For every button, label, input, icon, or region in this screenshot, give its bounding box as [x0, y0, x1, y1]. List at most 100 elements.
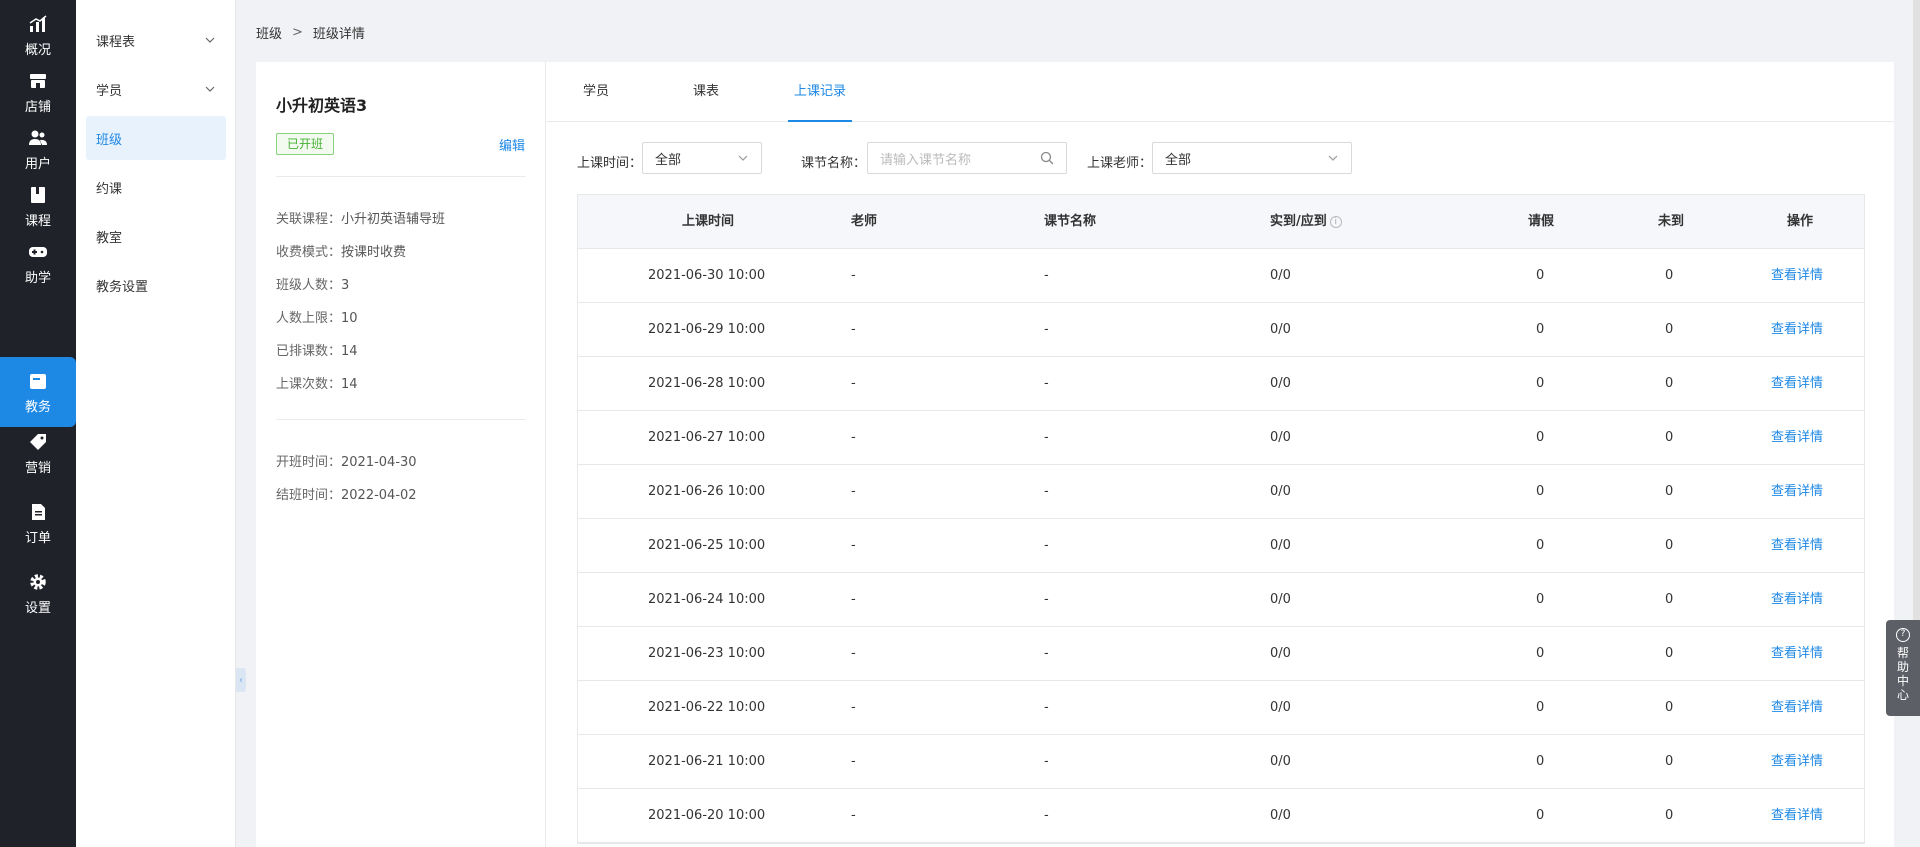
- submenu-item-label: 约课: [96, 181, 123, 197]
- cell-time: 2021-06-28 10:00: [648, 376, 766, 391]
- cell-leave: 0: [1536, 538, 1545, 553]
- table-row: 2021-06-25 10:00 - - 0/0 0 0 查看详情: [578, 519, 1864, 573]
- info-value: 3: [341, 278, 350, 293]
- filter-time-select[interactable]: 全部: [642, 142, 762, 174]
- cell-time: 2021-06-20 10:00: [648, 808, 766, 823]
- info-value: 2021-04-30: [341, 455, 417, 470]
- cell-attendance: 0/0: [1270, 808, 1291, 823]
- cell-lesson-name: -: [1044, 646, 1049, 661]
- cell-lesson-name: -: [1044, 430, 1049, 445]
- info-key: 已排课数：: [276, 344, 342, 359]
- cell-lesson-name: -: [1044, 484, 1049, 499]
- view-details-link[interactable]: 查看详情: [1771, 627, 1823, 681]
- cell-teacher: -: [851, 484, 856, 499]
- view-details-link[interactable]: 查看详情: [1771, 573, 1823, 627]
- table-row: 2021-06-20 10:00 - - 0/0 0 0 查看详情: [578, 789, 1864, 843]
- submenu-item-class[interactable]: 班级: [86, 116, 226, 160]
- filter-teacher-select[interactable]: 全部: [1152, 142, 1352, 174]
- view-details-link[interactable]: 查看详情: [1771, 249, 1823, 303]
- submenu-item-booking[interactable]: 约课: [86, 165, 226, 209]
- chevron-down-icon: [205, 86, 215, 92]
- view-details-link[interactable]: 查看详情: [1771, 465, 1823, 519]
- cell-absent: 0: [1665, 700, 1674, 715]
- table-row: 2021-06-22 10:00 - - 0/0 0 0 查看详情: [578, 681, 1864, 735]
- view-details-link[interactable]: 查看详情: [1771, 411, 1823, 465]
- class-title: 小升初英语3: [276, 96, 368, 115]
- cell-teacher: -: [851, 700, 856, 715]
- col-header-time: 上课时间: [682, 214, 735, 229]
- table-row: 2021-06-30 10:00 - - 0/0 0 0 查看详情: [578, 249, 1864, 303]
- cell-attendance: 0/0: [1270, 484, 1291, 499]
- breadcrumb-separator: >: [292, 24, 303, 40]
- cell-leave: 0: [1536, 430, 1545, 445]
- cell-lesson-name: -: [1044, 538, 1049, 553]
- nav-item-settings[interactable]: 设置: [0, 558, 76, 628]
- cell-lesson-name: -: [1044, 700, 1049, 715]
- view-details-link[interactable]: 查看详情: [1771, 357, 1823, 411]
- page-scrollbar[interactable]: [1913, 0, 1920, 620]
- cell-time: 2021-06-26 10:00: [648, 484, 766, 499]
- table-body: 2021-06-30 10:00- -0/0 0 0 查看详情 2021-06-29 10…: [578, 249, 1864, 843]
- class-info-panel: 小升初英语3 已开班 编辑 关联课程：小升初英语辅导班 收费模式：按课时收费 班…: [256, 62, 546, 847]
- view-details-link[interactable]: 查看详情: [1771, 303, 1823, 357]
- breadcrumb-current: 班级详情: [312, 26, 365, 42]
- tab-class-records[interactable]: 上课记录: [788, 62, 852, 122]
- cell-leave: 0: [1536, 376, 1545, 391]
- filter-name-label: 课节名称：: [801, 156, 867, 171]
- class-records-table: 上课时间 老师 课节名称 实到/应到 i 请假 未到 操作 2021-06-30 …: [577, 194, 1865, 844]
- submenu-item-classroom[interactable]: 教室: [86, 214, 226, 258]
- info-row-end-date: 结班时间：2022-04-02: [276, 484, 417, 503]
- submenu-item-academic-settings[interactable]: 教务设置: [86, 263, 226, 307]
- chevron-left-icon: ‹: [239, 674, 243, 686]
- calendar-icon: [27, 370, 49, 392]
- filter-teacher-label: 上课老师：: [1087, 156, 1153, 171]
- divider: [276, 419, 526, 420]
- cell-absent: 0: [1665, 376, 1674, 391]
- help-center-button[interactable]: ? 帮助中心: [1886, 620, 1920, 716]
- tag-icon: [27, 431, 49, 453]
- submenu-item-schedule[interactable]: 课程表: [86, 18, 226, 62]
- info-value: 2022-04-02: [341, 488, 417, 503]
- lesson-name-search-input[interactable]: 请输入课节名称: [867, 142, 1067, 174]
- info-value: 小升初英语辅导班: [341, 212, 446, 227]
- collapse-sidebar-handle[interactable]: ‹: [236, 668, 246, 692]
- breadcrumb: 班级 > 班级详情: [256, 22, 365, 42]
- breadcrumb-parent[interactable]: 班级: [256, 23, 282, 42]
- edit-link[interactable]: 编辑: [499, 135, 525, 154]
- view-details-link[interactable]: 查看详情: [1771, 789, 1823, 843]
- nav-item-study[interactable]: 助学: [0, 228, 76, 298]
- info-icon[interactable]: i: [1329, 215, 1342, 228]
- search-icon[interactable]: [1040, 151, 1054, 165]
- view-details-link[interactable]: 查看详情: [1771, 735, 1823, 789]
- info-row-start-date: 开班时间：2021-04-30: [276, 451, 417, 470]
- table-row: 2021-06-24 10:00 - - 0/0 0 0 查看详情: [578, 573, 1864, 627]
- col-header-attendance: 实到/应到 i: [1270, 195, 1342, 249]
- submenu-item-label: 班级: [96, 132, 123, 148]
- submenu-item-students[interactable]: 学员: [86, 67, 226, 111]
- info-row-class-count: 上课次数：14: [276, 373, 358, 392]
- cell-absent: 0: [1665, 268, 1674, 283]
- tab-schedule[interactable]: 课表: [686, 62, 726, 122]
- cell-attendance: 0/0: [1270, 268, 1291, 283]
- nav-item-orders[interactable]: 订单: [0, 488, 76, 558]
- nav-item-academic[interactable]: 教务: [0, 357, 76, 427]
- submenu-item-label: 课程表: [96, 34, 136, 50]
- table-row: 2021-06-21 10:00 - - 0/0 0 0 查看详情: [578, 735, 1864, 789]
- view-details-link[interactable]: 查看详情: [1771, 681, 1823, 735]
- nav-item-label: 营销: [24, 460, 51, 476]
- view-details-link[interactable]: 查看详情: [1771, 519, 1823, 573]
- cell-attendance: 0/0: [1270, 376, 1291, 391]
- cell-lesson-name: -: [1044, 376, 1049, 391]
- gear-icon: [27, 571, 49, 593]
- nav-item-label: 设置: [24, 600, 51, 616]
- main-nav: 概况 店铺 用户 课程 助学 教务 营销 订单 设置: [0, 0, 76, 847]
- cell-lesson-name: -: [1044, 808, 1049, 823]
- tab-bar: 学员 课表 上课记录: [546, 62, 1894, 122]
- cell-teacher: -: [851, 268, 856, 283]
- nav-item-marketing[interactable]: 营销: [0, 418, 76, 488]
- select-value: 全部: [655, 152, 682, 168]
- nav-item-label: 订单: [24, 530, 51, 546]
- tab-students[interactable]: 学员: [576, 62, 616, 122]
- cell-leave: 0: [1536, 646, 1545, 661]
- chevron-down-icon: [205, 37, 215, 43]
